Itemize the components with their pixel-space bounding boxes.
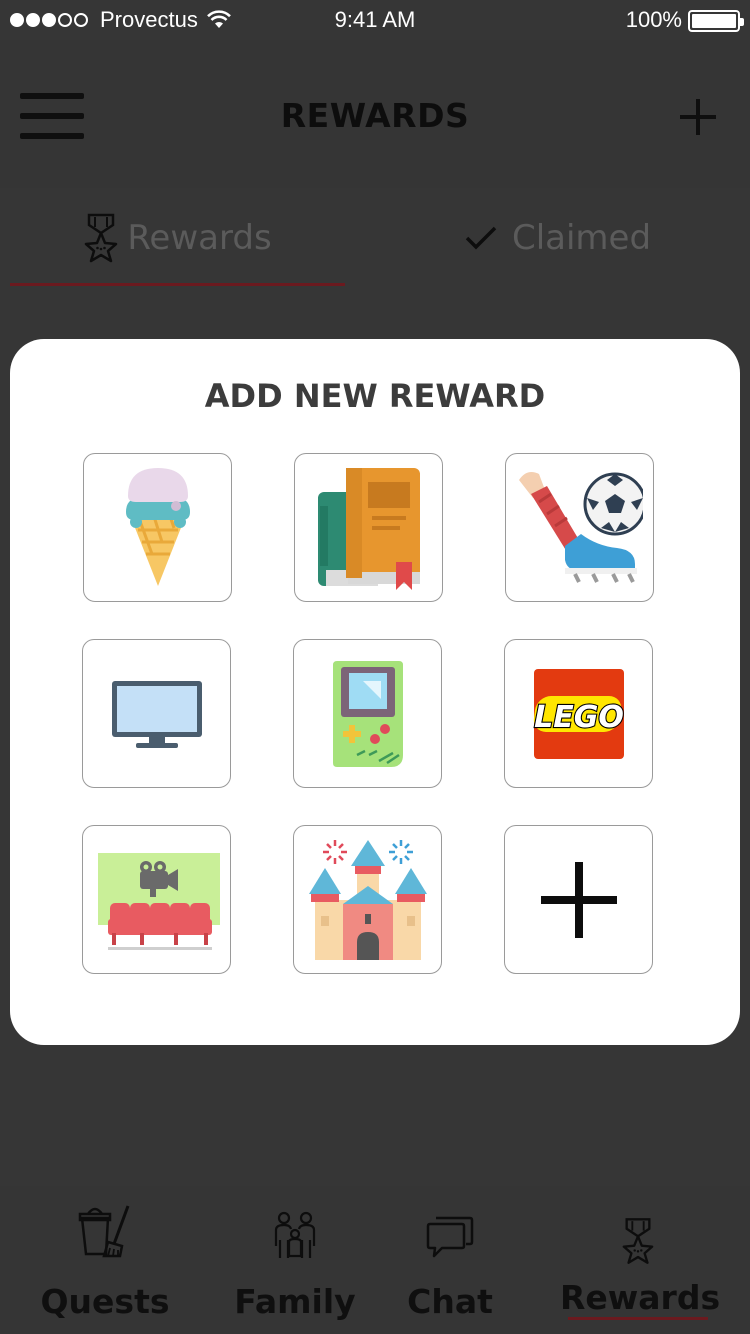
battery-percentage: 100% <box>625 7 682 32</box>
castle-icon <box>308 839 427 960</box>
status-bar: Provectus 9:41 AM 100% <box>0 0 750 40</box>
cinema-icon <box>97 852 220 950</box>
checkmark-icon <box>465 226 497 250</box>
nav-chat-label: Chat <box>407 1282 493 1321</box>
tab-claimed[interactable]: Claimed <box>375 188 740 288</box>
app-header: REWARDS <box>0 40 750 188</box>
add-icon[interactable] <box>680 99 716 135</box>
bucket-broom-icon <box>78 1205 130 1258</box>
medal-icon <box>622 1218 654 1264</box>
reward-option-lego[interactable]: LEGO <box>504 639 653 788</box>
nav-family[interactable]: Family <box>220 1186 370 1334</box>
soccer-icon <box>518 471 643 583</box>
add-reward-dialog: ADD NEW REWARD LEGO <box>10 339 740 1045</box>
tab-claimed-label: Claimed <box>511 218 652 258</box>
active-tab-indicator <box>10 283 345 286</box>
game-console-icon <box>332 660 403 767</box>
nav-chat[interactable]: Chat <box>380 1186 520 1334</box>
tv-icon <box>111 680 202 748</box>
bottom-navigation: Quests Family Chat Rewards <box>0 1186 750 1334</box>
svg-text:LEGO: LEGO <box>534 700 624 735</box>
page-title: REWARDS <box>280 96 470 135</box>
reward-option-tv[interactable] <box>82 639 231 788</box>
reward-option-castle[interactable] <box>293 825 442 974</box>
lego-logo: LEGO <box>533 668 624 759</box>
nav-family-label: Family <box>234 1282 356 1321</box>
reward-option-soccer[interactable] <box>505 453 654 602</box>
books-icon <box>317 467 420 590</box>
active-nav-indicator <box>568 1317 708 1320</box>
tab-bar: Rewards Claimed <box>0 188 750 288</box>
chat-bubbles-icon <box>426 1216 474 1258</box>
reward-option-books[interactable] <box>294 453 443 602</box>
reward-option-cinema[interactable] <box>82 825 231 974</box>
nav-rewards-label: Rewards <box>560 1278 721 1317</box>
battery-icon <box>688 10 744 32</box>
medal-icon <box>85 213 118 263</box>
nav-quests-label: Quests <box>40 1282 170 1321</box>
tab-rewards-label: Rewards <box>127 218 272 258</box>
nav-rewards[interactable]: Rewards <box>560 1186 721 1334</box>
reward-option-ice-cream[interactable] <box>83 453 232 602</box>
tab-rewards[interactable]: Rewards <box>10 188 345 288</box>
dialog-title: ADD NEW REWARD <box>204 377 546 415</box>
nav-quests[interactable]: Quests <box>30 1186 180 1334</box>
reward-option-game-console[interactable] <box>293 639 442 788</box>
add-custom-reward-button[interactable] <box>504 825 653 974</box>
family-icon <box>274 1211 316 1258</box>
plus-icon <box>540 861 617 938</box>
ice-cream-icon <box>125 467 190 586</box>
